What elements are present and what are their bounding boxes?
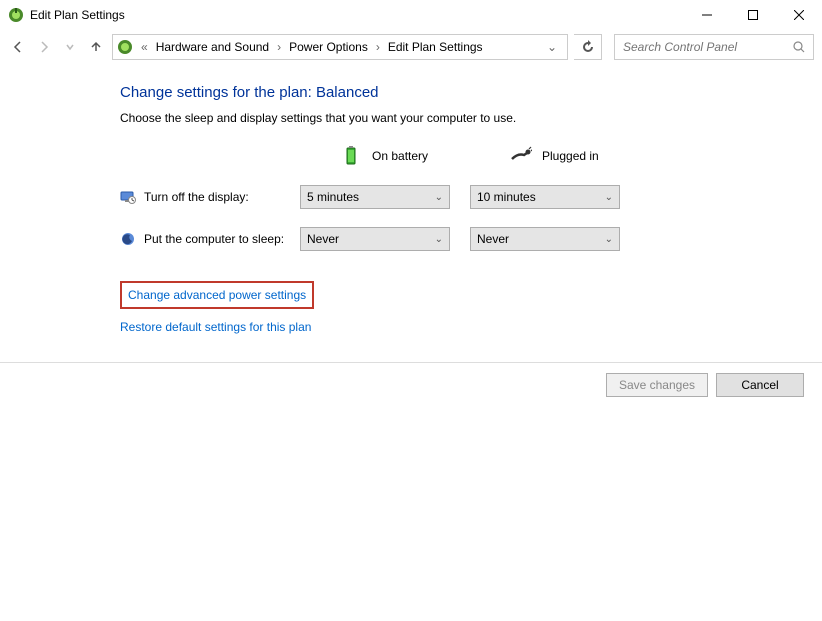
footer-buttons: Save changes Cancel: [0, 362, 822, 407]
sleep-icon: [120, 231, 136, 247]
display-icon: [120, 189, 136, 205]
column-headers: On battery Plugged in: [120, 145, 822, 167]
breadcrumb-item[interactable]: Power Options: [285, 38, 372, 56]
chevron-down-icon: ⌄: [435, 234, 443, 245]
power-options-icon: [8, 7, 24, 23]
refresh-button[interactable]: [574, 34, 602, 60]
sleep-battery-select[interactable]: Never ⌄: [300, 227, 450, 251]
chevron-left-icon: «: [139, 40, 150, 54]
chevron-down-icon[interactable]: ⌄: [541, 40, 563, 54]
select-value: 5 minutes: [307, 190, 435, 204]
display-row: Turn off the display: 5 minutes ⌄ 10 min…: [120, 185, 822, 209]
minimize-button[interactable]: [684, 0, 730, 30]
save-button[interactable]: Save changes: [606, 373, 708, 397]
breadcrumb[interactable]: « Hardware and Sound › Power Options › E…: [112, 34, 568, 60]
control-panel-icon: [117, 39, 133, 55]
chevron-down-icon: ⌄: [605, 234, 613, 245]
display-battery-select[interactable]: 5 minutes ⌄: [300, 185, 450, 209]
cancel-button[interactable]: Cancel: [716, 373, 804, 397]
window-title: Edit Plan Settings: [30, 8, 684, 22]
up-button[interactable]: [86, 37, 106, 57]
display-plugged-select[interactable]: 10 minutes ⌄: [470, 185, 620, 209]
close-button[interactable]: [776, 0, 822, 30]
select-value: Never: [307, 232, 435, 246]
chevron-right-icon: ›: [374, 40, 382, 54]
display-row-label: Turn off the display:: [144, 190, 249, 204]
chevron-down-icon: ⌄: [435, 192, 443, 203]
forward-button[interactable]: [34, 37, 54, 57]
highlighted-link-box: Change advanced power settings: [120, 281, 314, 309]
page-subheading: Choose the sleep and display settings th…: [120, 111, 822, 125]
sleep-row: Put the computer to sleep: Never ⌄ Never…: [120, 227, 822, 251]
sleep-row-label: Put the computer to sleep:: [144, 232, 284, 246]
links-section: Change advanced power settings Restore d…: [120, 281, 822, 339]
chevron-right-icon: ›: [275, 40, 283, 54]
sleep-plugged-select[interactable]: Never ⌄: [470, 227, 620, 251]
navigation-bar: « Hardware and Sound › Power Options › E…: [0, 30, 822, 64]
window-controls: [684, 0, 822, 30]
breadcrumb-item[interactable]: Hardware and Sound: [152, 38, 273, 56]
restore-defaults-link[interactable]: Restore default settings for this plan: [120, 315, 822, 339]
search-box[interactable]: [614, 34, 814, 60]
breadcrumb-item[interactable]: Edit Plan Settings: [384, 38, 487, 56]
back-button[interactable]: [8, 37, 28, 57]
plug-icon: [510, 145, 532, 167]
search-input[interactable]: [623, 40, 793, 54]
content-area: Change settings for the plan: Balanced C…: [0, 64, 822, 339]
maximize-button[interactable]: [730, 0, 776, 30]
titlebar: Edit Plan Settings: [0, 0, 822, 30]
select-value: Never: [477, 232, 605, 246]
recent-dropdown[interactable]: [60, 37, 80, 57]
chevron-down-icon: ⌄: [605, 192, 613, 203]
plugged-column-label: Plugged in: [542, 149, 599, 163]
advanced-settings-link[interactable]: Change advanced power settings: [128, 288, 306, 302]
page-heading: Change settings for the plan: Balanced: [120, 84, 822, 101]
battery-icon: [340, 145, 362, 167]
select-value: 10 minutes: [477, 190, 605, 204]
battery-column-label: On battery: [372, 149, 428, 163]
search-icon: [793, 41, 805, 53]
